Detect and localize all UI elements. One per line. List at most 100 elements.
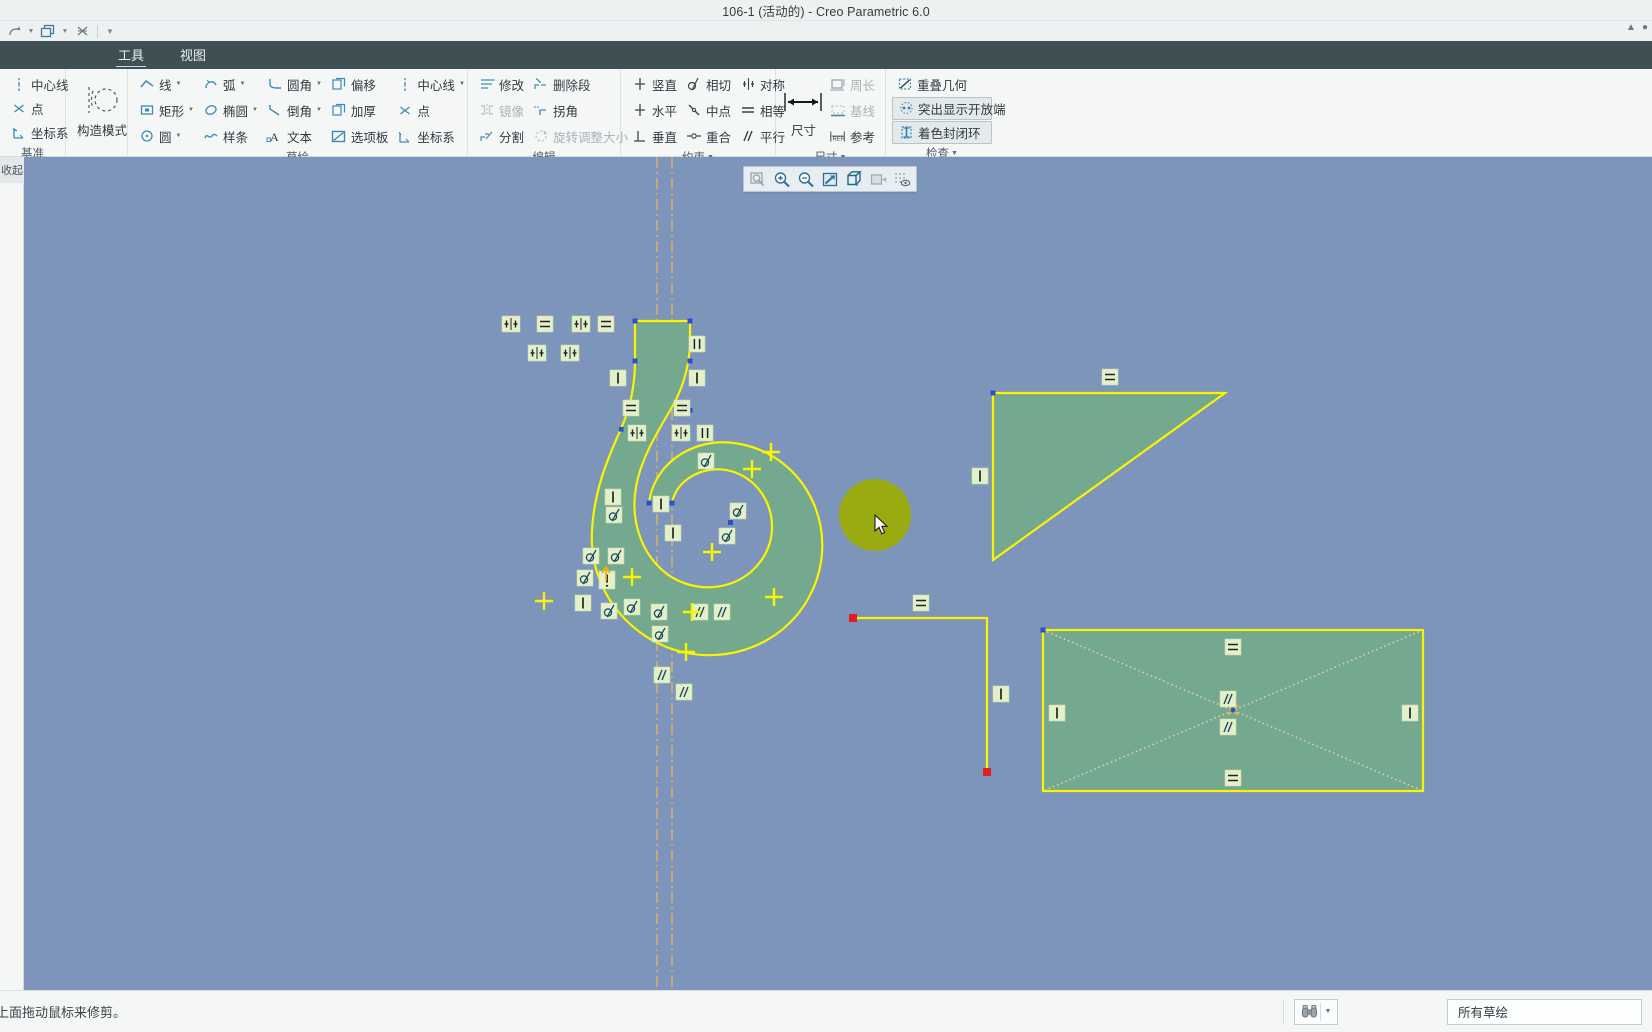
chevron-down-icon[interactable]: ▼	[252, 107, 258, 113]
edit-corner-button[interactable]: 拐角	[528, 98, 632, 122]
horizontal-constraint-icon	[631, 102, 649, 119]
close-window-icon[interactable]	[72, 23, 92, 40]
chevron-down-icon[interactable]: ▼	[316, 81, 322, 87]
sketch-rectangle-button[interactable]: 矩形 ▼	[134, 98, 198, 122]
selection-filter-dropdown[interactable]: 所有草绘	[1447, 998, 1642, 1025]
label: 坐标系	[31, 126, 69, 141]
sketch-text-button[interactable]: A 文本	[262, 124, 326, 148]
zoom-out-icon[interactable]	[794, 168, 818, 190]
datum-display-icon[interactable]	[890, 168, 914, 190]
edit-modify-button[interactable]: 修改	[474, 72, 528, 96]
edit-mirror-button[interactable]: 镜像	[474, 98, 528, 122]
constraint-tangent-button[interactable]: 相切	[681, 72, 735, 96]
chevron-down-icon[interactable]: ▼	[1319, 1002, 1331, 1021]
dimension-baseline-button[interactable]: 基线	[825, 98, 879, 122]
construction-mode-button[interactable]: 构造模式	[72, 78, 132, 141]
redo-dropdown-icon[interactable]: ▼	[26, 23, 36, 40]
triangle-vertical-constraint	[971, 467, 989, 485]
rect-diag-parallel-2	[1219, 718, 1237, 736]
datum-point-button[interactable]: 点	[6, 96, 59, 120]
constraint-vertical-button[interactable]: 竖直	[627, 72, 681, 96]
zoom-in-icon[interactable]	[770, 168, 794, 190]
chevron-down-icon[interactable]: ▼	[239, 81, 245, 87]
divide-icon	[478, 128, 496, 145]
window-switch-dropdown-icon[interactable]: ▼	[60, 23, 70, 40]
edit-divide-button[interactable]: 分割	[474, 124, 528, 148]
zoom-fit-icon[interactable]	[746, 168, 770, 190]
polyline-equal-constraint	[912, 594, 930, 612]
chevron-down-icon[interactable]: ▼	[188, 107, 194, 113]
polyline-vertical-constraint	[992, 685, 1010, 703]
sketch-col-3: 圆角 ▼ 倒角 ▼ A 文本	[262, 72, 326, 148]
symmetric-constraint-icon	[739, 76, 757, 93]
sketch-ellipse-button[interactable]: 椭圆 ▼	[198, 98, 262, 122]
display-style-icon[interactable]	[866, 168, 890, 190]
rect-left-vertical-constraint	[1048, 704, 1066, 722]
graphics-canvas[interactable]	[24, 157, 1652, 990]
customize-qat-icon[interactable]: ▼	[103, 23, 117, 40]
inspect-shade-closed-loops-button[interactable]: 着色封闭环	[892, 121, 992, 144]
sketch-arc-button[interactable]: 弧 ▼	[198, 72, 262, 96]
constraint-perpendicular-button[interactable]: 垂直	[627, 124, 681, 148]
rect-top-equal-constraint	[1224, 638, 1242, 656]
sketch-thicken-button[interactable]: 加厚	[326, 98, 393, 122]
sketch-centerline-button[interactable]: 中心线 ▼	[392, 72, 468, 96]
qat-separator	[97, 24, 98, 38]
highlight-open-ends-icon	[897, 100, 915, 117]
dimension-perimeter-button[interactable]: 周长	[825, 72, 879, 96]
datum-centerline-button[interactable]: 中心线	[6, 72, 69, 96]
constraint-midpoint-button[interactable]: 中点	[681, 98, 735, 122]
sketch-offset-button[interactable]: 偏移	[326, 72, 393, 96]
sketch-coordinate-system-button[interactable]: 坐标系	[392, 124, 468, 148]
sketch-fillet-button[interactable]: 圆角 ▼	[262, 72, 326, 96]
coordinate-system-icon	[10, 124, 28, 141]
label: 删除段	[553, 78, 591, 93]
ribbon-group-datum: 中心线 点 坐标系 基准	[0, 69, 69, 160]
label: 点	[417, 104, 430, 119]
mirror-icon	[478, 102, 496, 119]
sketch-spline-button[interactable]: 样条	[198, 124, 262, 148]
chevron-down-icon[interactable]: ▼	[316, 107, 322, 113]
view-toolbar	[743, 166, 917, 192]
navigator-collapse-tab[interactable]: 收起	[0, 157, 24, 183]
ribbon-group-dimension: 尺寸 周长 基线 REF 参考	[776, 69, 886, 164]
dimension-label: 尺寸	[790, 124, 816, 138]
window-switch-icon[interactable]	[38, 23, 58, 40]
delete-segment-icon	[532, 76, 550, 93]
sketch-circle-button[interactable]: 圆 ▼	[134, 124, 198, 148]
sketch-chamfer-button[interactable]: 倒角 ▼	[262, 98, 326, 122]
help-icon[interactable]: ●	[1642, 22, 1648, 33]
creo-parametric-window: 106-1 (活动的) - Creo Parametric 6.0 ▼ ▼ ▼ …	[0, 0, 1652, 1032]
label: 中心线	[417, 78, 455, 93]
repaint-icon[interactable]	[818, 168, 842, 190]
chevron-down-icon[interactable]: ▼	[459, 81, 465, 87]
sketch-palette-button[interactable]: 选项板	[326, 124, 393, 148]
dimension-button[interactable]: 尺寸	[782, 75, 825, 148]
chevron-down-icon[interactable]: ▼	[176, 133, 182, 139]
dimension-reference-button[interactable]: REF 参考	[825, 124, 879, 148]
chevron-down-icon[interactable]: ▼	[176, 81, 182, 87]
minimize-ribbon-icon[interactable]: ▲	[1626, 22, 1636, 33]
arc-icon	[202, 76, 220, 93]
ribbon-group-inspect: 重叠几何 突出显示开放端 着色封闭环 检查 ▼	[886, 69, 1006, 160]
tab-view[interactable]: 视图	[162, 45, 224, 69]
redo-icon[interactable]	[4, 23, 24, 40]
inspect-overlapping-geometry-button[interactable]: 重叠几何	[892, 72, 992, 96]
orientation-icon[interactable]	[842, 168, 866, 190]
sketch-col-1: 线 ▼ 矩形 ▼ 圆 ▼	[134, 72, 198, 148]
thicken-icon	[330, 102, 348, 119]
status-bar-right: ▼ 所有草绘	[1273, 991, 1652, 1032]
centerline-icon	[396, 76, 414, 93]
window-controls: ▲ ●	[1626, 22, 1648, 33]
constraint-horizontal-button[interactable]: 水平	[627, 98, 681, 122]
sketch-line-button[interactable]: 线 ▼	[134, 72, 198, 96]
datum-coordinate-system-button[interactable]: 坐标系	[6, 120, 69, 144]
tab-tools[interactable]: 工具	[100, 45, 162, 69]
inspect-highlight-open-ends-button[interactable]: 突出显示开放端	[892, 97, 1006, 120]
label: 着色封闭环	[918, 127, 981, 141]
sketch-point-button[interactable]: 点	[392, 98, 468, 122]
search-tool-button[interactable]: ▼	[1294, 998, 1338, 1025]
edit-rotate-resize-button[interactable]: 旋转调整大小	[528, 124, 632, 148]
constraint-coincident-button[interactable]: 重合	[681, 124, 735, 148]
edit-delete-segment-button[interactable]: 删除段	[528, 72, 632, 96]
